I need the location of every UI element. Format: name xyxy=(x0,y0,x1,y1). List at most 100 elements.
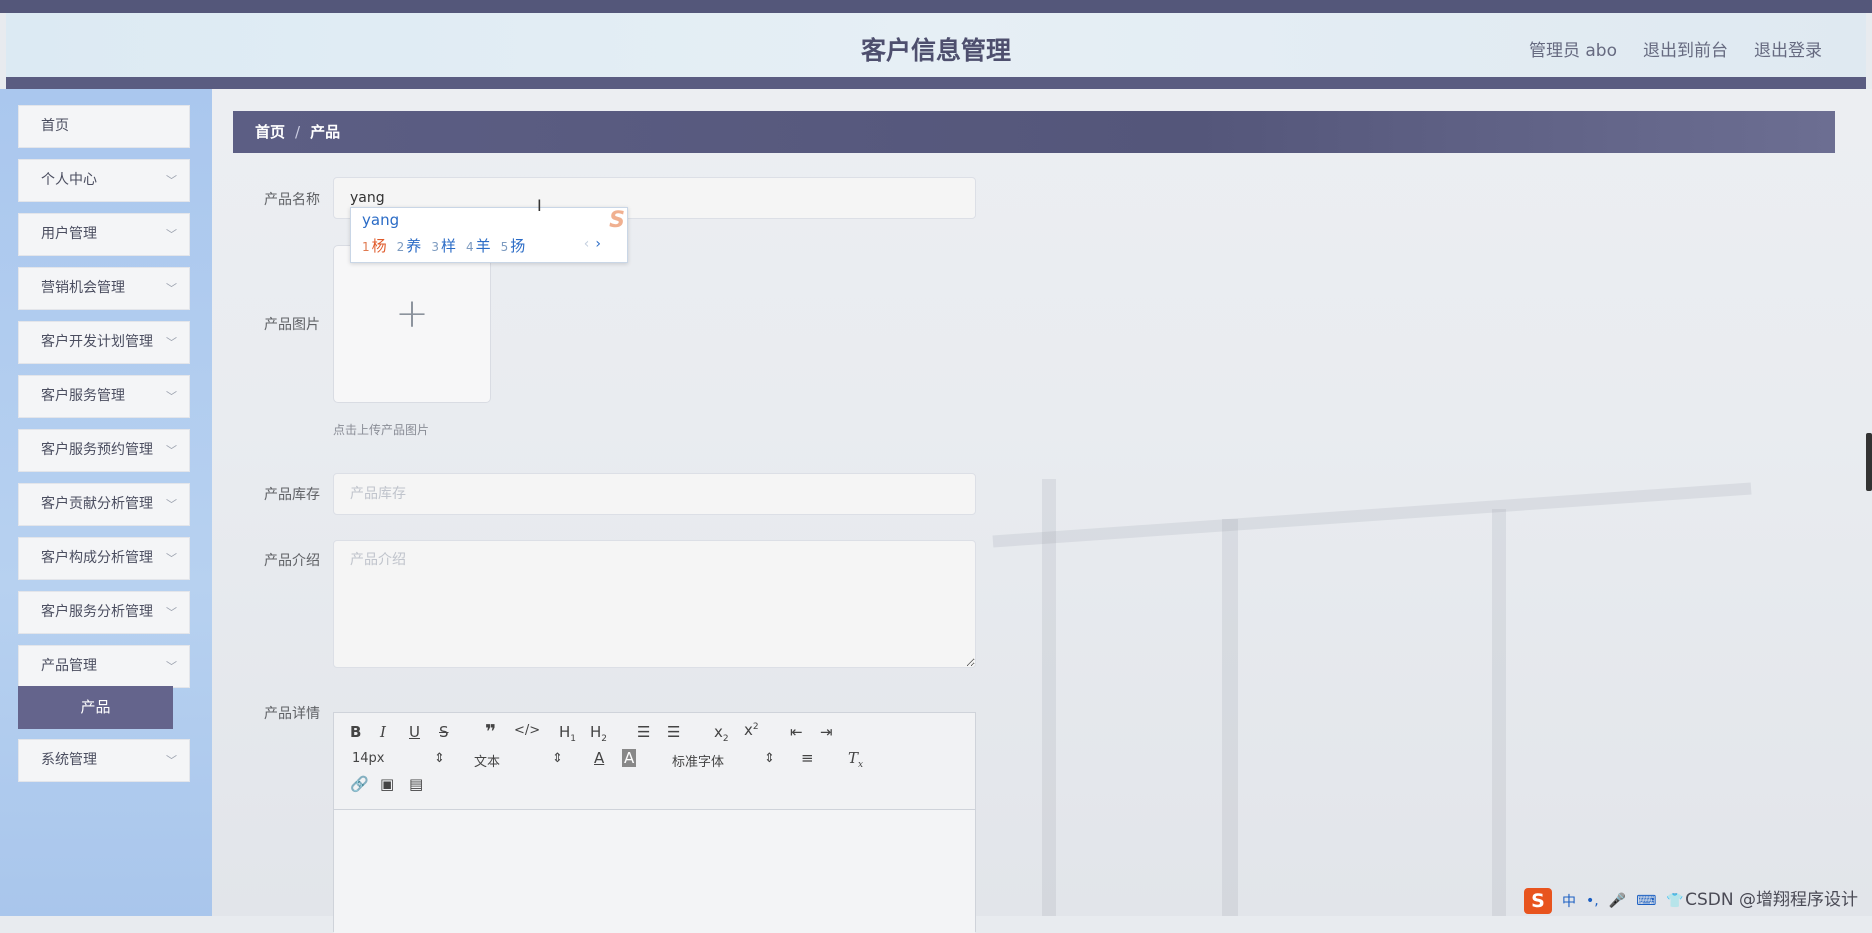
chevron-down-icon: ﹀ xyxy=(166,282,177,295)
block-type-select-arrow-icon[interactable]: ⇕ xyxy=(552,751,563,766)
video-icon[interactable]: ▤ xyxy=(409,775,423,793)
app-header: 客户信息管理 管理员 abo 退出到前台 退出登录 xyxy=(6,13,1866,89)
sidebar-subitem-product[interactable]: 产品 xyxy=(18,686,173,729)
top-strip xyxy=(0,0,1872,13)
sidebar-item-label: 首页 xyxy=(41,118,69,134)
chevron-down-icon: ﹀ xyxy=(166,174,177,187)
blockquote-icon[interactable]: ❞ xyxy=(485,721,496,743)
bold-icon[interactable]: B xyxy=(350,723,361,741)
breadcrumb-current: 产品 xyxy=(310,123,341,141)
link-icon[interactable]: 🔗 xyxy=(350,775,369,793)
background-decoration xyxy=(992,482,1752,548)
exit-to-frontend-link[interactable]: 退出到前台 xyxy=(1643,36,1728,61)
product-name-label: 产品名称 xyxy=(264,192,320,208)
sidebar-item-contribution[interactable]: 客户贡献分析管理 ﹀ xyxy=(18,483,190,526)
sidebar-item-label: 客户构成分析管理 xyxy=(41,550,153,566)
code-icon[interactable]: </> xyxy=(514,723,540,738)
sidebar-item-product-management[interactable]: 产品管理 ﹀ xyxy=(18,645,190,688)
image-icon[interactable]: ▣ xyxy=(380,775,394,793)
font-size-select-arrow-icon[interactable]: ⇕ xyxy=(434,751,445,766)
align-left-icon[interactable]: ≡ xyxy=(801,749,814,767)
sidebar-item-service-analysis[interactable]: 客户服务分析管理 ﹀ xyxy=(18,591,190,634)
breadcrumb-separator: / xyxy=(295,123,301,141)
breadcrumb: 首页 / 产品 xyxy=(233,111,1835,153)
chevron-down-icon: ﹀ xyxy=(166,552,177,565)
keyboard-icon[interactable]: ⌨ xyxy=(1636,893,1656,909)
sidebar-item-label: 客户服务管理 xyxy=(41,388,125,404)
microphone-icon[interactable]: 🎤 xyxy=(1609,893,1626,909)
watermark: CSDN @增翔程序设计 xyxy=(1685,890,1858,910)
underline-icon[interactable]: U xyxy=(409,723,420,741)
chevron-left-icon[interactable]: ‹ xyxy=(584,236,590,252)
font-color-icon[interactable]: A xyxy=(594,749,604,767)
italic-icon[interactable]: I xyxy=(380,723,386,741)
ime-mode-indicator[interactable]: 中 xyxy=(1562,891,1576,911)
block-type-select[interactable]: 文本 xyxy=(474,751,500,770)
sidebar-item-dev-plan[interactable]: 客户开发计划管理 ﹀ xyxy=(18,321,190,364)
strikethrough-icon[interactable]: S xyxy=(439,723,449,741)
heading2-icon[interactable]: H2 xyxy=(590,723,607,744)
sidebar-item-label: 系统管理 xyxy=(41,752,97,768)
sogou-ime-icon[interactable]: S xyxy=(1524,888,1552,914)
ime-composition: yang xyxy=(362,211,400,229)
product-intro-textarea[interactable] xyxy=(333,540,976,668)
editor-toolbar: B I U S ❞ </> H1 H2 ☰ ☰ x2 x2 ⇤ ⇥ 14px ⇕… xyxy=(334,713,975,810)
product-intro-label: 产品介绍 xyxy=(264,553,320,569)
sidebar-item-label: 营销机会管理 xyxy=(41,280,125,296)
sidebar-item-label: 客户服务预约管理 xyxy=(41,442,153,458)
product-detail-label: 产品详情 xyxy=(264,706,320,722)
background-color-icon[interactable]: A xyxy=(622,749,637,767)
ordered-list-icon[interactable]: ☰ xyxy=(637,723,650,741)
ime-candidate[interactable]: 4羊 xyxy=(466,235,491,256)
header-nav: 管理员 abo 退出到前台 退出登录 xyxy=(1529,36,1822,61)
sidebar-item-label: 客户开发计划管理 xyxy=(41,334,153,350)
text-cursor-icon: I xyxy=(537,196,542,215)
chevron-down-icon: ﹀ xyxy=(166,228,177,241)
chevron-down-icon: ﹀ xyxy=(166,754,177,767)
background-decoration xyxy=(1492,509,1506,916)
font-size-select[interactable]: 14px xyxy=(352,751,385,766)
sidebar-item-service[interactable]: 客户服务管理 ﹀ xyxy=(18,375,190,418)
font-family-select[interactable]: 标准字体 xyxy=(672,751,724,770)
ime-candidate[interactable]: 2养 xyxy=(397,235,422,256)
ime-candidate-list: 1杨 2养 3样 4羊 5扬 xyxy=(362,235,525,256)
sidebar-item-system[interactable]: 系统管理 ﹀ xyxy=(18,739,190,782)
ime-candidate[interactable]: 5扬 xyxy=(501,235,526,256)
product-image-uploader[interactable]: + xyxy=(333,245,491,403)
editor-content-area[interactable] xyxy=(334,810,975,933)
sidebar-item-composition[interactable]: 客户构成分析管理 ﹀ xyxy=(18,537,190,580)
sidebar-item-service-booking[interactable]: 客户服务预约管理 ﹀ xyxy=(18,429,190,472)
clear-format-icon[interactable]: Tx xyxy=(848,749,863,770)
logout-link[interactable]: 退出登录 xyxy=(1754,36,1822,61)
admin-user-link[interactable]: 管理员 abo xyxy=(1529,36,1617,61)
chevron-down-icon: ﹀ xyxy=(166,390,177,403)
shirt-icon[interactable]: 👕 xyxy=(1666,893,1683,909)
chevron-right-icon[interactable]: › xyxy=(595,236,601,252)
background-decoration xyxy=(1222,519,1238,916)
outdent-icon[interactable]: ⇤ xyxy=(790,723,803,741)
ime-candidate[interactable]: 3样 xyxy=(431,235,456,256)
plus-icon: + xyxy=(395,291,429,337)
indent-icon[interactable]: ⇥ xyxy=(820,723,833,741)
sidebar-item-personal-center[interactable]: 个人中心 ﹀ xyxy=(18,159,190,202)
background-decoration xyxy=(1042,479,1056,916)
chevron-down-icon: ﹀ xyxy=(166,336,177,349)
superscript-icon[interactable]: x2 xyxy=(744,721,759,739)
heading1-icon[interactable]: H1 xyxy=(559,723,576,744)
sidebar-item-label: 用户管理 xyxy=(41,226,97,242)
font-family-select-arrow-icon[interactable]: ⇕ xyxy=(764,751,775,766)
ime-pager: ‹ › xyxy=(584,236,601,252)
sidebar-item-home[interactable]: 首页 xyxy=(18,105,190,148)
punctuation-icon[interactable]: •, xyxy=(1586,893,1599,909)
ime-candidate[interactable]: 1杨 xyxy=(362,235,387,256)
sidebar-item-label: 客户服务分析管理 xyxy=(41,604,153,620)
page-scrollbar[interactable] xyxy=(1866,433,1872,491)
sogou-logo-icon: S xyxy=(609,208,625,233)
breadcrumb-home[interactable]: 首页 xyxy=(255,123,285,141)
product-stock-input[interactable] xyxy=(333,473,976,515)
sidebar-item-label: 产品管理 xyxy=(41,658,97,674)
subscript-icon[interactable]: x2 xyxy=(714,723,729,744)
sidebar-item-user-management[interactable]: 用户管理 ﹀ xyxy=(18,213,190,256)
bullet-list-icon[interactable]: ☰ xyxy=(667,723,680,741)
sidebar-item-marketing[interactable]: 营销机会管理 ﹀ xyxy=(18,267,190,310)
